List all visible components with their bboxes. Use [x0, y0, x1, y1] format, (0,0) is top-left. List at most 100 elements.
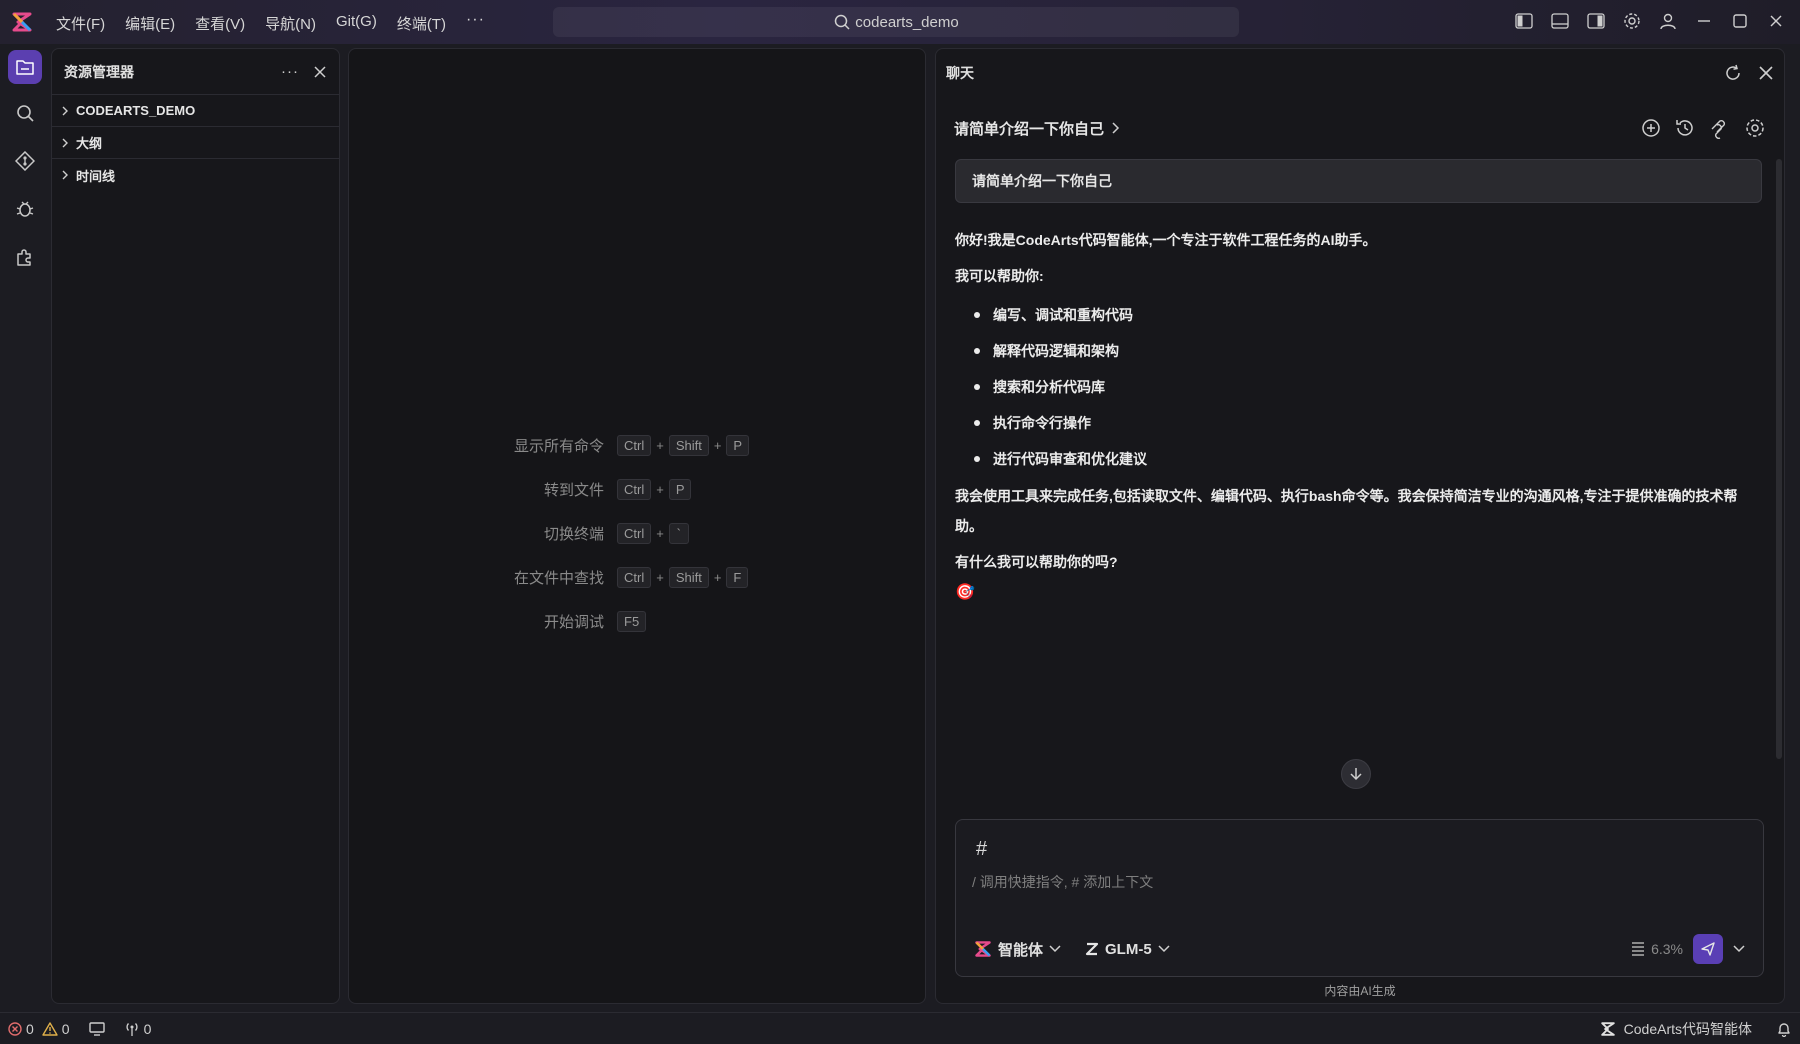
- command-center-search[interactable]: codearts_demo: [553, 7, 1239, 37]
- context-usage[interactable]: 6.3%: [1631, 941, 1683, 957]
- model-label: GLM-5: [1105, 940, 1152, 958]
- composer-placeholder[interactable]: / 调用快捷指令, # 添加上下文: [972, 872, 1153, 892]
- answer-question: 有什么我可以帮助你的吗?: [955, 554, 1118, 570]
- explorer-activity-icon[interactable]: [8, 50, 42, 84]
- chat-panel: 聊天 请简单介绍一下你自己 请简单介绍一下你自己 你好!我是CodeArts代码…: [935, 48, 1785, 1004]
- send-icon: [1701, 942, 1715, 956]
- monitor-icon[interactable]: [88, 1021, 106, 1037]
- tree-item-label: CODEARTS_DEMO: [76, 103, 196, 118]
- ports-indicator[interactable]: 0: [124, 1020, 152, 1037]
- extensions-activity-icon[interactable]: [8, 240, 42, 274]
- answer-tools: 我会使用工具来完成任务,包括读取文件、编辑代码、执行bash命令等。我会保持简洁…: [955, 488, 1738, 534]
- notifications-bell-icon[interactable]: [1776, 1021, 1792, 1037]
- warning-count: 0: [61, 1020, 70, 1037]
- chat-settings-gear-icon[interactable]: [1744, 117, 1766, 139]
- codearts-logo-icon[interactable]: [11, 11, 33, 33]
- tree-item-label: 时间线: [76, 168, 116, 184]
- shortcut-row: 在文件中查找 Ctrl + Shift + F: [489, 555, 749, 599]
- codearts-status-icon: [1600, 1021, 1615, 1036]
- close-chat-icon[interactable]: [1758, 65, 1774, 81]
- tree-item-label: 大纲: [76, 136, 103, 151]
- refresh-icon[interactable]: [1724, 64, 1742, 82]
- send-button[interactable]: [1693, 934, 1723, 964]
- key-cap: Ctrl: [617, 434, 652, 456]
- list-item: 编写、调试和重构代码: [955, 297, 1755, 333]
- tree-item-timeline[interactable]: 时间线: [52, 159, 339, 191]
- toggle-secondary-sidebar-icon[interactable]: [1584, 8, 1608, 34]
- shortcut-hints: 显示所有命令 Ctrl + Shift + P 转到文件 Ctrl + P 切换终端 …: [489, 423, 750, 643]
- menu-navigate[interactable]: 导航(N): [255, 10, 326, 37]
- key-cap: Ctrl: [617, 522, 652, 544]
- chat-title: 聊天: [946, 65, 974, 81]
- maximize-icon[interactable]: [1728, 8, 1752, 34]
- shortcut-label: 开始调试: [543, 613, 604, 631]
- shortcut-row: 显示所有命令 Ctrl + Shift + P: [489, 423, 750, 467]
- context-usage-icon: [1632, 942, 1645, 956]
- menu-file[interactable]: 文件(F): [46, 10, 115, 37]
- minimize-icon[interactable]: [1692, 8, 1716, 34]
- menu-terminal[interactable]: 终端(T): [387, 10, 456, 37]
- shortcut-label: 显示所有命令: [513, 437, 604, 455]
- error-icon: [8, 1021, 22, 1036]
- explorer-more-button[interactable]: ···: [281, 63, 299, 80]
- context-hash-button[interactable]: #: [976, 838, 987, 861]
- key-cap: P: [726, 434, 750, 456]
- answer-intro: 你好!我是CodeArts代码智能体,一个专注于软件工程任务的AI助手。: [955, 232, 1377, 248]
- ports-count: 0: [143, 1020, 152, 1037]
- agent-status[interactable]: CodeArts代码智能体: [1600, 1019, 1752, 1039]
- chevron-right-icon: [1112, 122, 1120, 134]
- source-control-activity-icon[interactable]: [8, 144, 42, 178]
- search-text: codearts_demo: [855, 13, 959, 31]
- broadcast-icon: [126, 1022, 138, 1036]
- explorer-panel: 资源管理器 ··· CODEARTS_DEMO 大纲 时间线: [51, 48, 340, 1004]
- warning-icon: [42, 1021, 58, 1036]
- problems-indicator[interactable]: 0 0: [8, 1021, 70, 1037]
- close-window-icon[interactable]: [1764, 8, 1788, 34]
- shortcut-row: 切换终端 Ctrl + `: [489, 511, 749, 555]
- shortcut-label: 在文件中查找: [513, 569, 604, 587]
- context-usage-value: 6.3%: [1651, 941, 1683, 957]
- tree-item-outline[interactable]: 大纲: [52, 127, 339, 159]
- chat-composer[interactable]: # / 调用快捷指令, # 添加上下文 智能体 GLM-5 6.3%: [955, 819, 1764, 977]
- model-dropdown[interactable]: GLM-5: [1085, 941, 1170, 958]
- editor-area: 显示所有命令 Ctrl + Shift + P 转到文件 Ctrl + P 切换终端 …: [348, 48, 926, 1004]
- scroll-to-bottom-button[interactable]: [1341, 759, 1371, 789]
- key-cap: Shift: [668, 434, 709, 456]
- assistant-message: 你好!我是CodeArts代码智能体,一个专注于软件工程任务的AI助手。 我可以…: [955, 225, 1755, 608]
- tree-item-codearts-demo[interactable]: CODEARTS_DEMO: [52, 95, 339, 127]
- agent-status-label: CodeArts代码智能体: [1623, 1020, 1752, 1037]
- history-icon[interactable]: [1674, 117, 1696, 139]
- arrow-down-icon: [1350, 768, 1362, 781]
- settings-gear-icon[interactable]: [1620, 8, 1644, 34]
- agent-mode-dropdown[interactable]: 智能体: [974, 939, 1061, 960]
- close-explorer-icon[interactable]: [313, 65, 327, 79]
- chevron-right-icon: [62, 106, 68, 115]
- title-bar: 文件(F) 编辑(E) 查看(V) 导航(N) Git(G) 终端(T) ···…: [0, 0, 1800, 44]
- key-cap: P: [668, 478, 692, 500]
- key-cap: F5: [617, 610, 647, 632]
- menu-bar: 文件(F) 编辑(E) 查看(V) 导航(N) Git(G) 终端(T) ···: [46, 10, 495, 37]
- shortcut-label: 切换终端: [543, 525, 604, 543]
- list-item: 执行命令行操作: [955, 405, 1755, 441]
- menu-view[interactable]: 查看(V): [185, 10, 255, 37]
- send-options-chevron-icon[interactable]: [1733, 945, 1745, 953]
- debug-activity-icon[interactable]: [8, 192, 42, 226]
- answer-can-help: 我可以帮助你:: [955, 268, 1044, 284]
- capability-list: 编写、调试和重构代码 解释代码逻辑和架构 搜索和分析代码库 执行命令行操作 进行…: [955, 297, 1755, 477]
- chat-scrollbar[interactable]: [1776, 159, 1782, 759]
- menu-git[interactable]: Git(G): [326, 10, 387, 37]
- menu-edit[interactable]: 编辑(E): [115, 10, 185, 37]
- search-activity-icon[interactable]: [8, 96, 42, 130]
- error-count: 0: [26, 1020, 34, 1037]
- toggle-primary-sidebar-icon[interactable]: [1512, 8, 1536, 34]
- conversation-title[interactable]: 请简单介绍一下你自己: [954, 118, 1120, 139]
- search-icon: [835, 14, 850, 30]
- mcp-icon[interactable]: [1708, 117, 1732, 139]
- new-chat-icon[interactable]: [1640, 117, 1662, 139]
- codearts-agent-icon: [975, 941, 991, 957]
- menu-more-button[interactable]: ···: [456, 10, 495, 37]
- explorer-title: 资源管理器: [64, 63, 134, 80]
- toggle-panel-icon[interactable]: [1548, 8, 1572, 34]
- account-icon[interactable]: [1656, 8, 1680, 34]
- chevron-down-icon: [1049, 945, 1061, 953]
